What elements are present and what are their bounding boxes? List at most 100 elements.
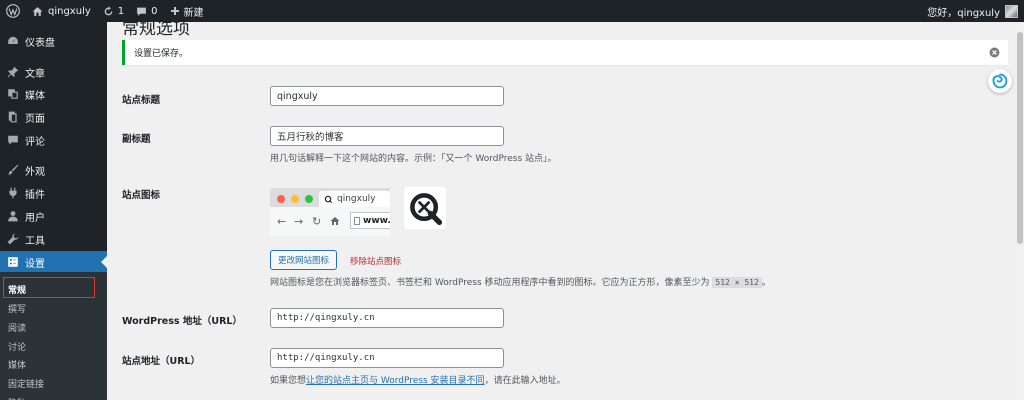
submenu-item-writing[interactable]: 撰写 [8, 302, 26, 315]
site-icon-image [404, 187, 446, 229]
user-icon [6, 209, 20, 223]
media-icon [6, 87, 20, 101]
pin-icon [6, 65, 20, 79]
submenu-item-privacy[interactable]: 隐私 [8, 396, 26, 400]
reload-icon: ↻ [312, 215, 322, 228]
browser-toolbar: ← → ↻ www. [270, 207, 390, 236]
site-title-input[interactable]: qingxuly [270, 86, 504, 106]
wordpress-address-input[interactable]: http://qingxuly.cn [270, 308, 504, 328]
close-dot-icon [277, 195, 285, 203]
sidebar-item-label: 工具 [25, 235, 45, 247]
browser-url-bar: www. [350, 212, 390, 229]
submenu-item-discussion[interactable]: 讨论 [8, 340, 26, 353]
site-address-desc-pre: 如果您想 [270, 376, 307, 386]
comment-icon [137, 7, 147, 16]
sidebar-item-label: 插件 [25, 189, 45, 201]
avatar [1005, 4, 1018, 18]
settings-icon [6, 255, 20, 269]
tagline-label: 副标题 [122, 134, 151, 145]
browser-url-text: www. [363, 215, 390, 226]
site-icon-desc-text: 网站图标是您在浏览器标签页、书签栏和 WordPress 移动应用程序中看到的图… [270, 278, 710, 288]
sidebar-item-label: 外观 [25, 166, 45, 178]
sidebar-item-posts[interactable]: 文章 [0, 61, 107, 83]
sidebar-item-label: 用户 [25, 212, 45, 224]
sidebar-item-label: 仪表盘 [25, 37, 55, 49]
plugin-icon [6, 186, 20, 200]
browser-preview: qingxuly ← → ↻ www. [270, 188, 390, 236]
sidebar-item-media[interactable]: 媒体 [0, 83, 107, 105]
page-scrollbar[interactable] [1016, 22, 1024, 400]
updates-count: 1 [117, 5, 125, 17]
admin-bar: qingxuly 1 0 新建 您好，qingxuly [0, 0, 1024, 22]
sidebar-item-settings[interactable]: 设置 [0, 251, 107, 273]
comments-count: 0 [151, 5, 158, 17]
success-notice: 设置已保存。 [122, 40, 1008, 65]
site-address-help-link[interactable]: 让您的站点主页与 WordPress 安装目录不同 [306, 376, 485, 386]
site-name-link[interactable]: qingxuly [26, 0, 97, 22]
dashboard-icon [6, 34, 20, 48]
tagline-input[interactable]: 五月行秋的博客 [270, 126, 504, 146]
icon-size-code: 512 × 512 [712, 277, 762, 288]
admin-sidebar: 仪表盘 文章 媒体 页面 评论 外观 插件 用户 工具 设置 常规 撰写 阅读 … [0, 22, 107, 400]
page-title: 常规选项 [122, 22, 190, 39]
floating-assistant-button[interactable] [988, 69, 1012, 93]
submenu-item-reading[interactable]: 阅读 [8, 321, 26, 334]
plus-icon [170, 7, 179, 15]
new-content-link[interactable]: 新建 [164, 0, 210, 22]
sidebar-item-label: 设置 [25, 258, 45, 270]
comments-link[interactable]: 0 [130, 0, 163, 22]
change-site-icon-button[interactable]: 更改网站图标 [270, 250, 338, 270]
site-favicon-icon [324, 195, 333, 203]
submenu-item-permalinks[interactable]: 固定链接 [8, 377, 44, 390]
site-logo-icon [410, 193, 443, 226]
site-name: qingxuly [48, 5, 91, 17]
my-account[interactable]: 您好，qingxuly [927, 4, 1024, 19]
highlight-box [3, 277, 95, 298]
page-icon [6, 110, 20, 124]
comment-icon [6, 133, 20, 147]
swirl-icon [992, 73, 1008, 89]
wrench-icon [6, 232, 20, 246]
minimize-dot-icon [291, 195, 299, 203]
sidebar-item-pages[interactable]: 页面 [0, 106, 107, 128]
maximize-dot-icon [305, 195, 313, 203]
updates-link[interactable]: 1 [97, 0, 130, 22]
browser-tab-title: qingxuly [337, 194, 376, 204]
forward-arrow-icon: → [294, 215, 304, 228]
back-arrow-icon: ← [277, 215, 287, 228]
brush-icon [6, 163, 20, 177]
sidebar-item-users[interactable]: 用户 [0, 205, 107, 227]
tagline-description: 用几句话解释一下这个网站的内容。示例：「又一个 WordPress 站点」。 [270, 154, 557, 164]
home-icon [330, 217, 340, 225]
sidebar-item-label: 评论 [25, 136, 45, 148]
scrollbar-thumb[interactable] [1017, 32, 1023, 244]
sidebar-item-tools[interactable]: 工具 [0, 228, 107, 250]
page-doc-icon [354, 216, 360, 225]
wordpress-logo-icon[interactable] [0, 0, 26, 22]
sidebar-item-label: 页面 [25, 113, 45, 125]
sidebar-item-comments[interactable]: 评论 [0, 129, 107, 151]
sidebar-item-label: 媒体 [25, 90, 45, 102]
site-address-label: 站点地址（URL） [122, 356, 201, 367]
site-title-label: 站点标题 [122, 95, 161, 106]
wordpress-address-label: WordPress 地址（URL） [122, 316, 242, 327]
remove-site-icon-link[interactable]: 移除站点图标 [350, 255, 401, 267]
site-address-description: 如果您想让您的站点主页与 WordPress 安装目录不同，请在此输入地址。 [270, 373, 566, 386]
site-icon-label: 站点图标 [122, 190, 161, 201]
notice-text: 设置已保存。 [134, 49, 189, 59]
dismiss-icon[interactable] [989, 47, 1000, 58]
greeting: 您好，qingxuly [927, 7, 1000, 19]
site-address-input[interactable]: http://qingxuly.cn [270, 348, 504, 368]
sidebar-item-appearance[interactable]: 外观 [0, 159, 107, 181]
main-content: 常规选项 设置已保存。 站点标题 qingxuly 副标题 五月行秋的博客 用几… [107, 22, 1016, 400]
sidebar-item-dashboard[interactable]: 仪表盘 [0, 30, 107, 52]
refresh-icon [104, 5, 113, 15]
site-icon-description: 网站图标是您在浏览器标签页、书签栏和 WordPress 移动应用程序中看到的图… [270, 275, 771, 288]
submenu-item-media[interactable]: 媒体 [8, 358, 26, 371]
site-address-desc-post: ，请在此输入地址。 [484, 376, 566, 386]
sidebar-item-label: 文章 [25, 68, 45, 80]
browser-tab: qingxuly [319, 191, 390, 207]
sidebar-item-plugins[interactable]: 插件 [0, 182, 107, 204]
new-label: 新建 [183, 7, 204, 19]
home-icon [32, 6, 43, 16]
